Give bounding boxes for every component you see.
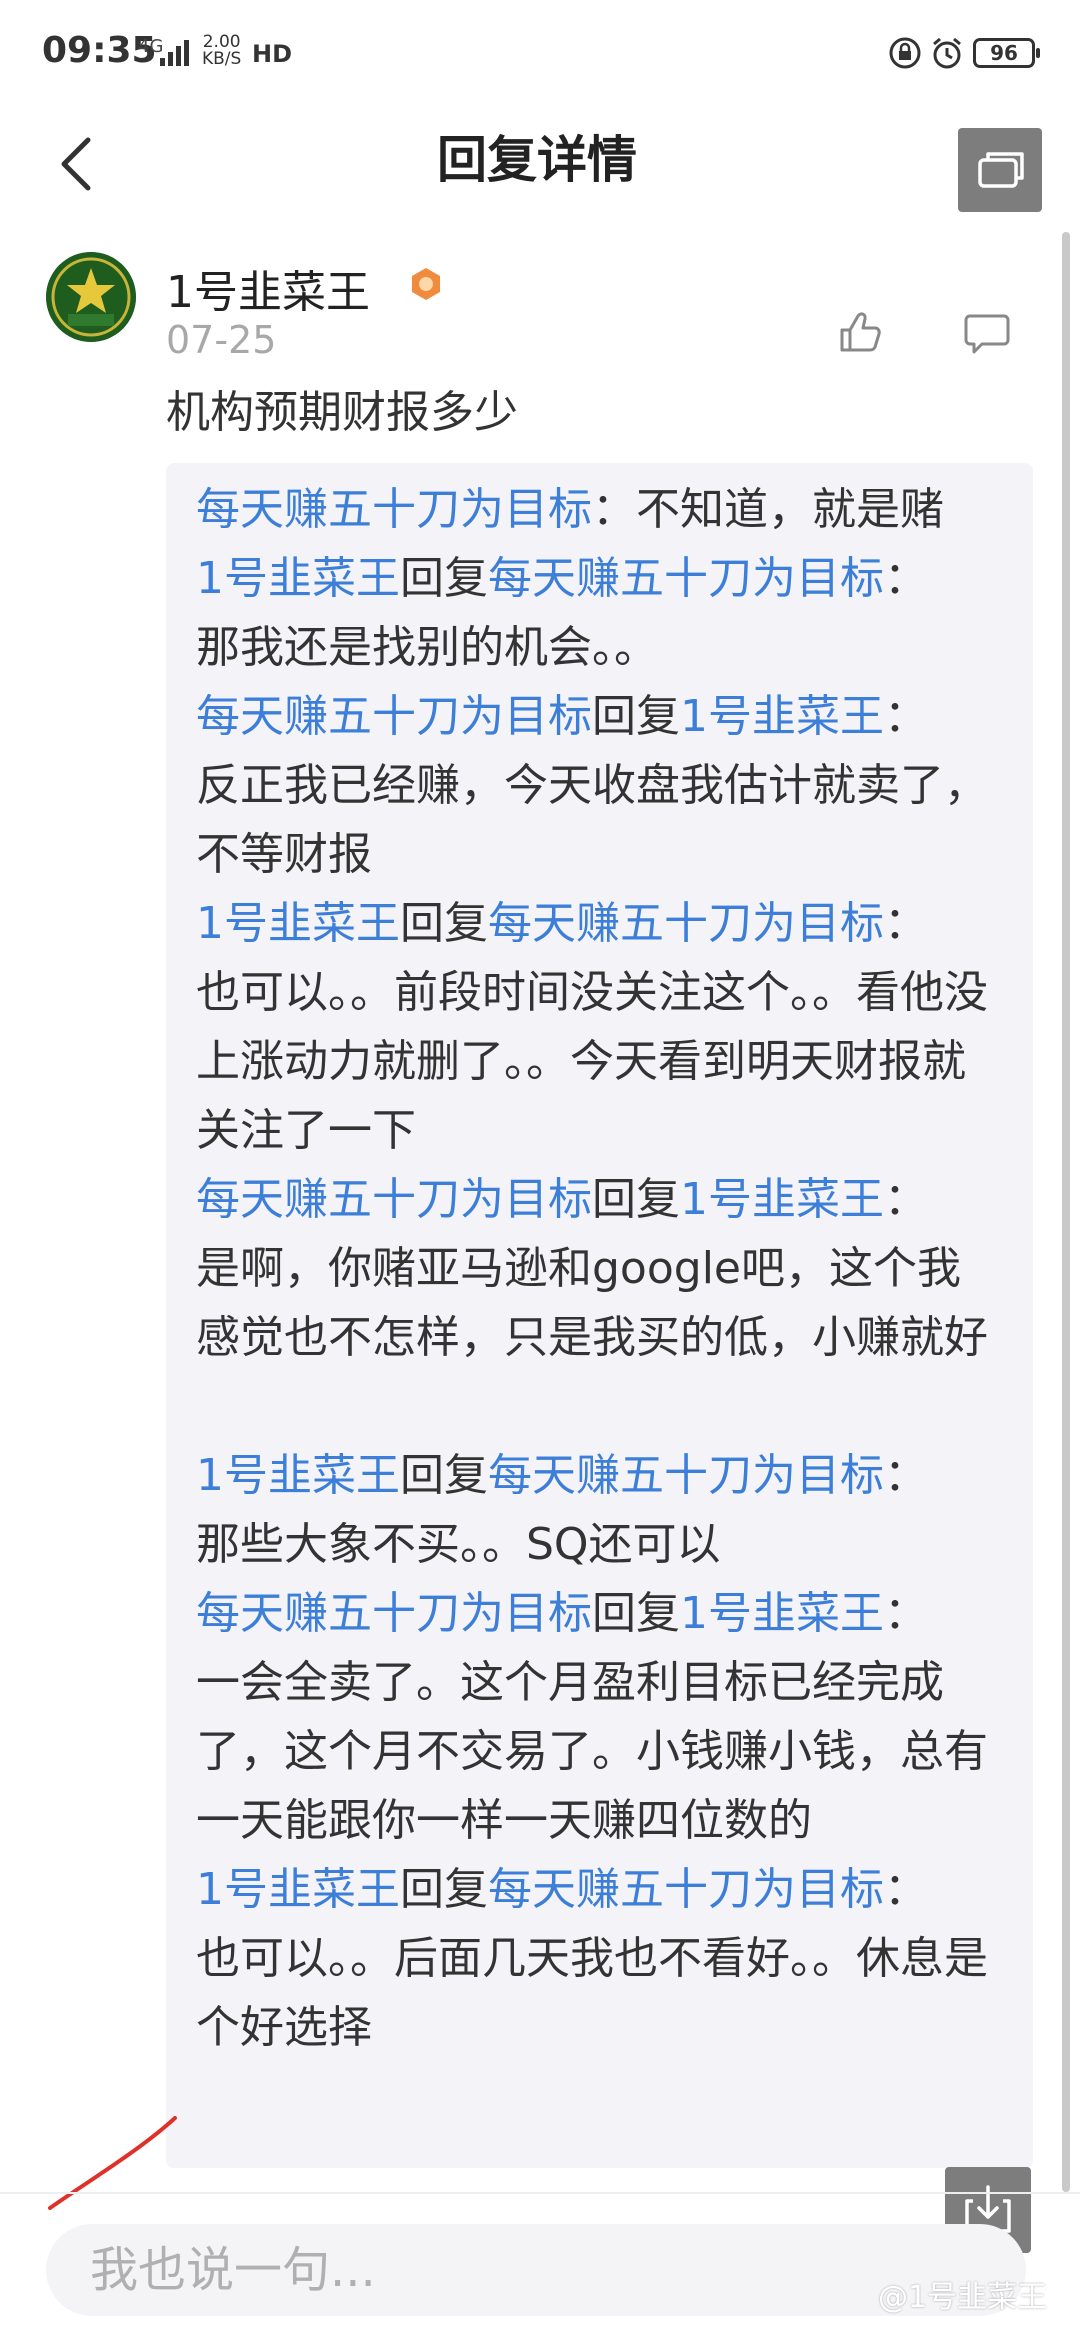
reply-item[interactable]: 每天赚五十刀为目标回复1号韭菜王： 是啊，你赌亚马逊和google吧，这个我感觉也…	[196, 1165, 996, 1372]
reply-author[interactable]: 1号韭菜王	[196, 1864, 400, 1915]
window-switch-button[interactable]	[958, 128, 1042, 212]
reply-content: 不知道，就是赌	[636, 484, 944, 535]
reply-word: 回复	[592, 1588, 680, 1639]
reply-target[interactable]: 每天赚五十刀为目标	[488, 553, 884, 604]
reply-target[interactable]: 1号韭菜王	[680, 1588, 884, 1639]
reply-author[interactable]: 1号韭菜王	[196, 1450, 400, 1501]
avatar-emblem-icon	[46, 252, 136, 342]
scrollbar[interactable]	[1062, 232, 1070, 2192]
reply-target[interactable]: 每天赚五十刀为目标	[488, 898, 884, 949]
replies-container: 每天赚五十刀为目标：不知道，就是赌 1号韭菜王回复每天赚五十刀为目标： 那我还是找…	[166, 463, 1033, 2168]
reply-author[interactable]: 每天赚五十刀为目标	[196, 1588, 592, 1639]
reply-target[interactable]: 每天赚五十刀为目标	[488, 1864, 884, 1915]
red-annotation-stroke	[48, 2116, 177, 2210]
divider	[0, 2192, 1080, 2194]
reply-word: 回复	[592, 1174, 680, 1225]
reply-author[interactable]: 1号韭菜王	[196, 898, 400, 949]
like-icon[interactable]	[838, 310, 884, 354]
reply-word: 回复	[400, 898, 488, 949]
reply-target[interactable]: 1号韭菜王	[680, 691, 884, 742]
comment-text: 机构预期财报多少	[166, 387, 518, 438]
hd-badge: HD	[252, 40, 293, 68]
watermark: @1号韭菜王	[878, 2280, 1048, 2315]
reply-item[interactable]: 1号韭菜王回复每天赚五十刀为目标： 那些大象不买。。SQ还可以	[196, 1441, 996, 1579]
reply-word: 回复	[592, 691, 680, 742]
reply-item[interactable]: 1号韭菜王回复每天赚五十刀为目标： 也可以。。后面几天我也不看好。。休息是个好选择	[196, 1855, 996, 2062]
reply-author[interactable]: 1号韭菜王	[196, 553, 400, 604]
alarm-icon	[933, 37, 961, 69]
avatar[interactable]	[46, 252, 136, 342]
reply-content: 反正我已经赚，今天收盘我估计就卖了，不等财报	[196, 760, 988, 880]
reply-target[interactable]: 每天赚五十刀为目标	[488, 1450, 884, 1501]
comment-author[interactable]: 1号韭菜王	[166, 256, 370, 320]
page-title-text: 回复详情	[437, 131, 637, 189]
comment-icon[interactable]	[964, 312, 1010, 354]
reply-item[interactable]: 每天赚五十刀为目标：不知道，就是赌	[196, 475, 996, 544]
reply-item[interactable]: 1号韭菜王回复每天赚五十刀为目标： 也可以。。前段时间没关注这个。。看他没上涨动力…	[196, 889, 996, 1165]
reply-word: 回复	[400, 553, 488, 604]
comment-date: 07-25	[166, 318, 277, 362]
header: 回复详情	[0, 110, 1080, 230]
signal-icon	[160, 38, 194, 66]
reply-author[interactable]: 每天赚五十刀为目标	[196, 1174, 592, 1225]
speed-unit: KB/S	[202, 49, 242, 69]
reply-item[interactable]: 每天赚五十刀为目标回复1号韭菜王： 一会全卖了。这个月盈利目标已经完成了，这个月不…	[196, 1579, 996, 1855]
page-title: 回复详情	[0, 120, 1080, 192]
reply-word: 回复	[400, 1450, 488, 1501]
reply-content: 是啊，你赌亚马逊和google吧，这个我感觉也不怎样，只是我买的低，小赚就好	[196, 1243, 988, 1363]
reply-word: 回复	[400, 1864, 488, 1915]
level-badge-icon	[412, 268, 440, 300]
network-speed: 2.00 KB/S	[202, 34, 241, 68]
reply-target[interactable]: 1号韭菜王	[680, 1174, 884, 1225]
reply-content: 那我还是找别的机会。。	[196, 622, 658, 673]
reply-content: 一会全卖了。这个月盈利目标已经完成了，这个月不交易了。小钱赚小钱，总有一天能跟你…	[196, 1657, 988, 1846]
reply-author[interactable]: 每天赚五十刀为目标	[196, 691, 592, 742]
reply-content: 也可以。。后面几天我也不看好。。休息是个好选择	[196, 1933, 988, 2053]
reply-item[interactable]: 1号韭菜王回复每天赚五十刀为目标： 那我还是找别的机会。。	[196, 544, 996, 682]
status-bar: 09:35 4G 2.00 KB/S HD 96	[0, 0, 1080, 110]
battery-indicator: 96	[973, 38, 1040, 68]
reply-content: 也可以。。前段时间没关注这个。。看他没上涨动力就删了。。今天看到明天财报就关注了…	[196, 967, 988, 1156]
reply-author[interactable]: 每天赚五十刀为目标	[196, 484, 592, 535]
reply-item[interactable]: 每天赚五十刀为目标回复1号韭菜王： 反正我已经赚，今天收盘我估计就卖了，不等财报	[196, 682, 996, 889]
reply-content: 那些大象不买。。SQ还可以	[196, 1519, 721, 1570]
lock-rotation-icon	[889, 37, 921, 69]
windows-icon	[978, 152, 1024, 188]
